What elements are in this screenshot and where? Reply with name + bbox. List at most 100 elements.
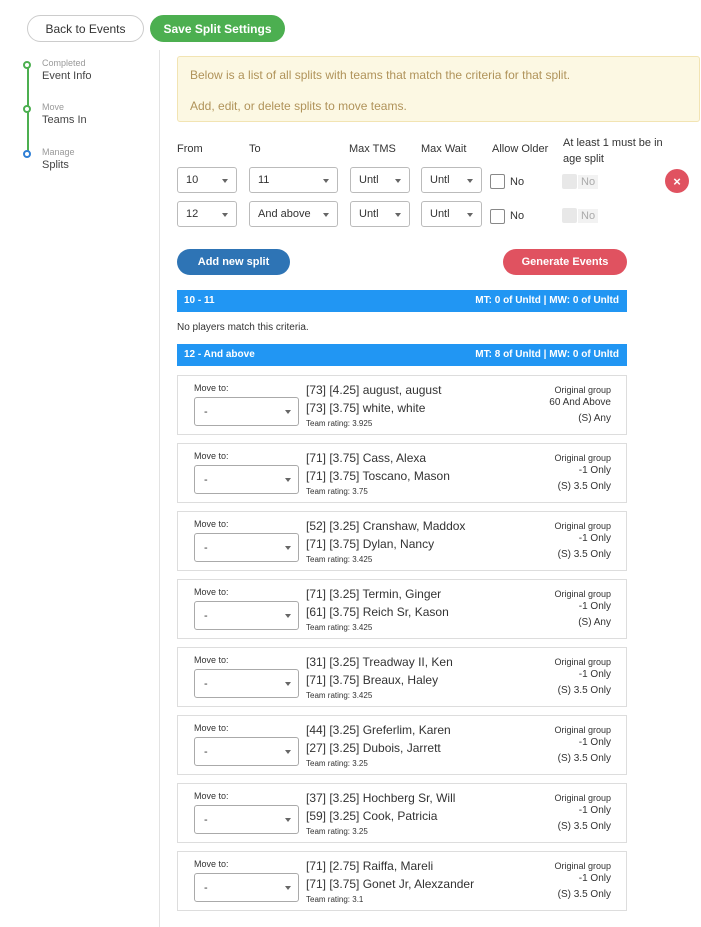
original-group-label: Original group	[554, 589, 611, 599]
move-to-value: -	[204, 473, 208, 486]
add-new-split-button[interactable]: Add new split	[177, 249, 290, 275]
move-to-select[interactable]: -	[194, 601, 299, 630]
team-card: Move to: - [44] [3.25] Greferlim, Karen …	[177, 715, 627, 775]
team-rating: Team rating: 3.925	[306, 419, 373, 428]
team-rating: Team rating: 3.25	[306, 827, 368, 836]
original-group-label: Original group	[554, 385, 611, 395]
team-card: Move to: - [52] [3.25] Cranshaw, Maddox …	[177, 511, 627, 571]
move-to-value: -	[204, 745, 208, 758]
sidebar-steps: Completed Event Info Move Teams In Manag…	[0, 50, 160, 927]
age-split-label: No	[578, 175, 599, 189]
original-group-skill: (S) 3.5 Only	[557, 549, 611, 560]
original-group-label: Original group	[554, 657, 611, 667]
header-max-tms: Max TMS	[349, 143, 396, 155]
original-group-skill: (S) 3.5 Only	[557, 821, 611, 832]
group-header-12-above: 12 - And above MT: 8 of Unltd | MW: 0 of…	[177, 344, 627, 366]
player-1: [71] [3.75] Cass, Alexa	[306, 451, 427, 465]
from-select[interactable]: 10	[177, 167, 237, 193]
move-to-select[interactable]: -	[194, 873, 299, 902]
max-tms-select[interactable]: Untl	[350, 201, 410, 227]
move-to-select[interactable]: -	[194, 533, 299, 562]
max-tms-value: Untl	[359, 208, 379, 220]
group-label: 12 - And above	[184, 349, 255, 360]
age-split-label: No	[578, 209, 599, 223]
chevron-down-icon	[285, 682, 291, 686]
age-split-checkbox	[562, 174, 577, 189]
player-1: [31] [3.25] Treadway II, Ken	[306, 655, 453, 669]
max-tms-value: Untl	[359, 174, 379, 186]
to-value: 11	[258, 174, 270, 186]
chevron-down-icon	[467, 179, 473, 183]
player-2: [59] [3.25] Cook, Patricia	[306, 809, 438, 823]
team-rating: Team rating: 3.1	[306, 895, 364, 904]
chevron-down-icon	[395, 213, 401, 217]
header-max-wait: Max Wait	[421, 143, 467, 155]
move-to-label: Move to:	[194, 723, 229, 733]
step-complete-icon	[23, 105, 31, 113]
max-tms-select[interactable]: Untl	[350, 167, 410, 193]
delete-split-button[interactable]: ×	[665, 169, 689, 193]
group-label: 10 - 11	[184, 295, 215, 306]
generate-events-button[interactable]: Generate Events	[503, 249, 627, 275]
original-group-skill: (S) 3.5 Only	[557, 889, 611, 900]
chevron-down-icon	[285, 818, 291, 822]
player-1: [71] [2.75] Raiffa, Mareli	[306, 859, 434, 873]
chevron-down-icon	[395, 179, 401, 183]
step-complete-icon	[23, 61, 31, 69]
original-group-value: -1 Only	[578, 737, 611, 748]
move-to-label: Move to:	[194, 859, 229, 869]
header-age-split: At least 1 must be in age split	[563, 137, 663, 165]
from-select[interactable]: 12	[177, 201, 237, 227]
step-status: Completed	[42, 58, 86, 68]
max-wait-select[interactable]: Untl	[421, 167, 482, 193]
notice-line-2: Add, edit, or delete splits to move team…	[190, 99, 407, 113]
player-1: [44] [3.25] Greferlim, Karen	[306, 723, 451, 737]
group-summary: MT: 8 of Unltd | MW: 0 of Unltd	[475, 349, 619, 360]
team-rating: Team rating: 3.425	[306, 555, 373, 564]
move-to-value: -	[204, 609, 208, 622]
original-group-label: Original group	[554, 793, 611, 803]
header-to: To	[249, 143, 261, 155]
move-to-select[interactable]: -	[194, 669, 299, 698]
original-group-value: -1 Only	[578, 805, 611, 816]
original-group-skill: (S) Any	[578, 617, 611, 628]
team-card: Move to: - [71] [2.75] Raiffa, Mareli [7…	[177, 851, 627, 911]
notice-line-1: Below is a list of all splits with teams…	[190, 68, 571, 82]
allow-older-checkbox[interactable]	[490, 209, 505, 224]
chevron-down-icon	[222, 213, 228, 217]
allow-older-checkbox[interactable]	[490, 174, 505, 189]
chevron-down-icon	[285, 478, 291, 482]
max-wait-select[interactable]: Untl	[421, 201, 482, 227]
info-notice: Below is a list of all splits with teams…	[177, 56, 700, 122]
original-group-value: 60 And Above	[549, 397, 611, 408]
age-split-checkbox	[562, 208, 577, 223]
to-select[interactable]: 11	[249, 167, 338, 193]
chevron-down-icon	[285, 886, 291, 890]
move-to-select[interactable]: -	[194, 737, 299, 766]
move-to-select[interactable]: -	[194, 465, 299, 494]
group-summary: MT: 0 of Unltd | MW: 0 of Unltd	[475, 295, 619, 306]
to-select[interactable]: And above	[249, 201, 338, 227]
chevron-down-icon	[285, 410, 291, 414]
back-to-events-button[interactable]: Back to Events	[27, 15, 144, 42]
save-split-settings-button[interactable]: Save Split Settings	[150, 15, 285, 42]
player-2: [71] [3.75] Toscano, Mason	[306, 469, 450, 483]
team-card: Move to: - [31] [3.25] Treadway II, Ken …	[177, 647, 627, 707]
chevron-down-icon	[323, 179, 329, 183]
move-to-select[interactable]: -	[194, 805, 299, 834]
chevron-down-icon	[285, 750, 291, 754]
original-group-label: Original group	[554, 725, 611, 735]
original-group-label: Original group	[554, 521, 611, 531]
move-to-label: Move to:	[194, 791, 229, 801]
player-1: [73] [4.25] august, august	[306, 383, 442, 397]
header-allow-older: Allow Older	[492, 143, 549, 155]
original-group-skill: (S) Any	[578, 413, 611, 424]
original-group-skill: (S) 3.5 Only	[557, 481, 611, 492]
original-group-skill: (S) 3.5 Only	[557, 685, 611, 696]
move-to-value: -	[204, 405, 208, 418]
allow-older-label: No	[510, 176, 525, 188]
team-card: Move to: - [71] [3.75] Cass, Alexa [71] …	[177, 443, 627, 503]
move-to-select[interactable]: -	[194, 397, 299, 426]
step-current-icon	[23, 150, 31, 158]
player-2: [27] [3.25] Dubois, Jarrett	[306, 741, 441, 755]
